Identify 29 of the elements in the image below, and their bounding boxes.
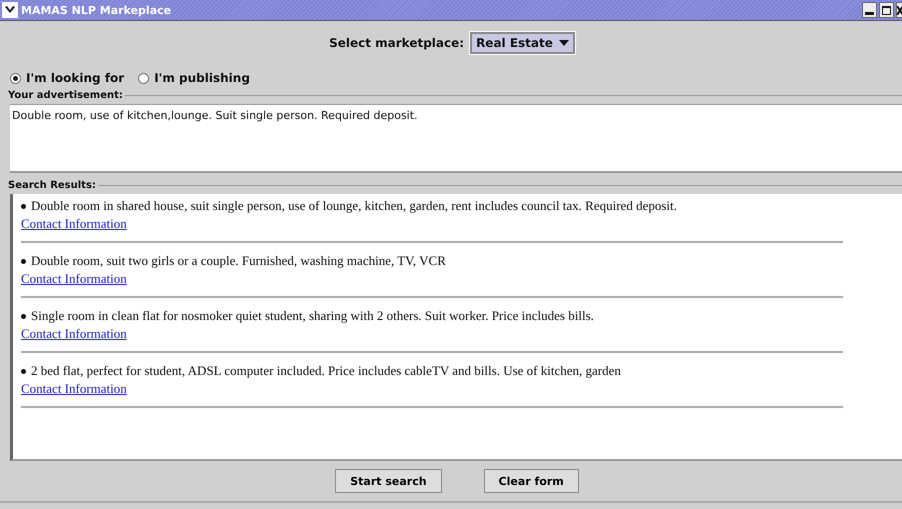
close-icon[interactable] [896,2,902,18]
menu-icon[interactable] [2,2,18,18]
contact-link[interactable]: Contact Information [21,381,127,397]
bullet-icon [21,204,26,208]
bullet-icon [21,258,26,264]
radio-button[interactable] [138,72,150,84]
result-text: Single room in clean flat for nosmoker quiet student, sharing with 2 others. Suit worker. Price includes bills. [31,308,594,324]
minimize-icon[interactable] [862,2,877,18]
marketplace-label: Select marketplace: [329,36,464,50]
section-label: Your advertisement: [8,90,123,101]
marketplace-dropdown[interactable]: Real Estate [470,32,575,54]
advertisement-field[interactable]: Double room, use of kitchen,lounge. Suit single person. Required deposit. [10,104,902,173]
contact-link[interactable]: Contact Information [21,271,127,287]
form-button[interactable]: Start search [335,469,442,493]
bullet-icon [21,314,26,318]
radio-button[interactable] [10,72,21,84]
result-text: 2 bed flat, perfect for student, ADSL computer included. Price includes cableTV and bills. Use of kitchen, garden [31,363,621,379]
result-text: Double room in shared house, suit single person, use of lounge, kitchen, garden, rent includes council tax. Required deposit. [31,198,677,214]
contact-link[interactable]: Contact Information [21,326,127,342]
section-label: Search Results: [8,180,96,191]
maximize-icon[interactable] [879,2,894,18]
caret-icon [558,40,569,46]
result-text: Double room, suit two girls or a couple. Furnished, washing machine, TV, VCR [31,253,446,269]
form-button[interactable]: Clear form [484,469,579,493]
window-title: MAMAS NLP Markeplace [21,4,172,16]
contact-link[interactable]: Contact Information [21,216,127,232]
radio-label[interactable]: I'm looking for [26,71,124,85]
bullet-icon [21,368,26,374]
radio-label[interactable]: I'm publishing [154,71,250,85]
